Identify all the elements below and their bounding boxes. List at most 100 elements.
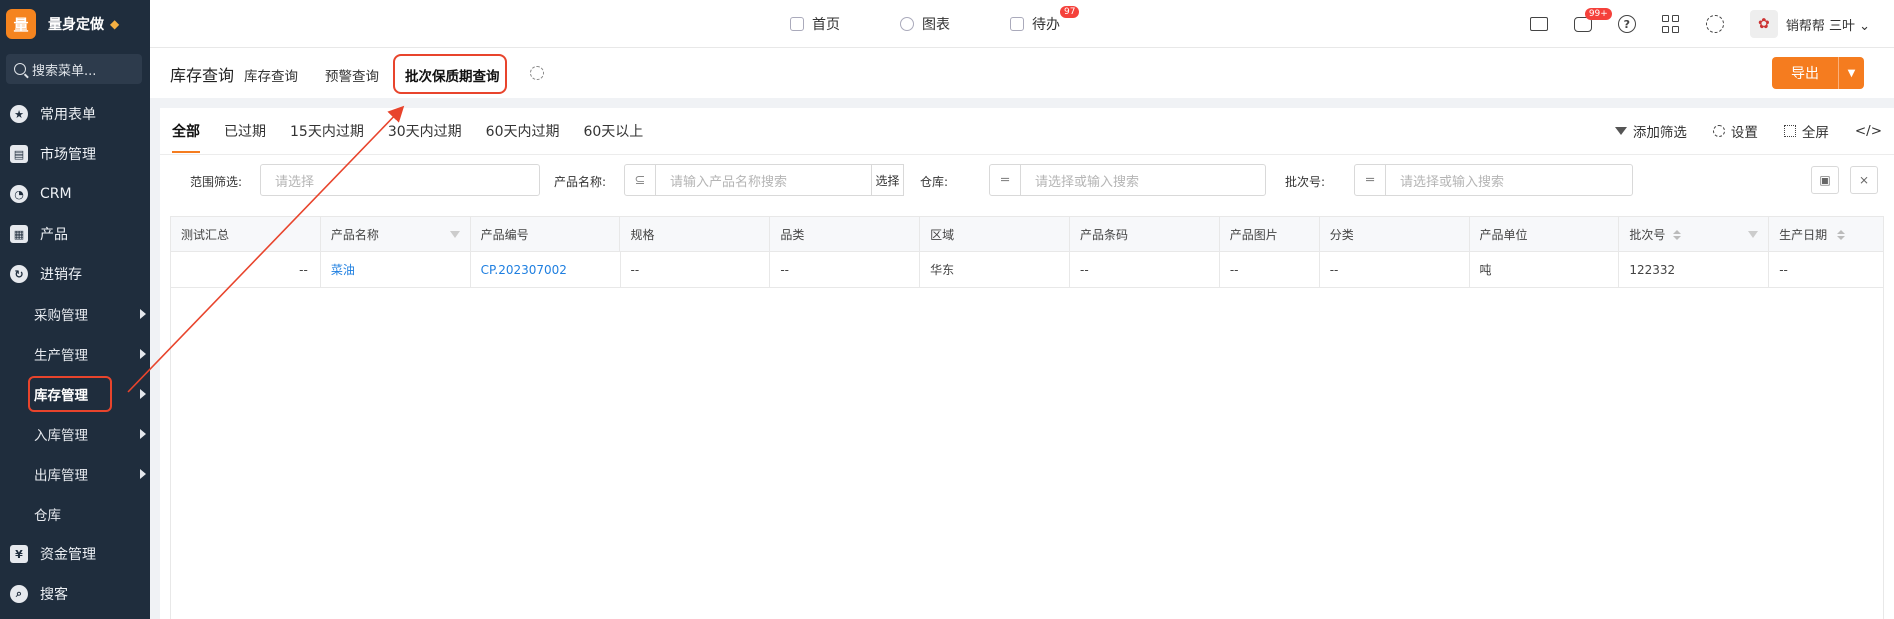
export-button[interactable]: 导出 ▼ [1772,57,1864,89]
nav-item-funds[interactable]: ¥ 资金管理 [0,534,150,574]
sub-item-label: 生产管理 [34,348,88,364]
chevron-down-icon[interactable]: ▼ [1838,57,1864,89]
filter-tab-over-60days[interactable]: 60天以上 [583,121,643,141]
column-header[interactable]: 产品名称 [321,217,471,251]
code-button[interactable]: </> [1855,123,1882,139]
column-header[interactable]: 产品图片 [1220,217,1320,251]
range-filter-placeholder: 请选择 [275,174,315,190]
column-header[interactable]: 产品单位 [1470,217,1620,251]
filter-tab-15days[interactable]: 15天内过期 [290,121,364,141]
nav-item-product[interactable]: ▦ 产品 [0,214,150,254]
star-icon: ★ [10,105,28,123]
column-header-label: 生产日期 [1779,227,1828,242]
topnav-charts[interactable]: 图表 [900,14,950,34]
table-cell: -- [171,252,321,287]
column-header-label: 品类 [780,227,805,242]
avatar[interactable]: ✿ [1749,10,1778,38]
filter-tab-all[interactable]: 全部 [172,121,200,153]
product-select-button[interactable]: 选择 [872,164,904,196]
nav-item-market[interactable]: ▤ 市场管理 [0,134,150,174]
gear-icon[interactable] [1705,15,1724,33]
batch-select[interactable]: 请选择或输入搜索 [1385,164,1633,196]
caret-right-icon [140,469,146,479]
nav-item-label: 常用表单 [40,107,96,123]
column-header-label: 产品名称 [330,227,379,242]
topnav-todo[interactable]: 待办 97 [1010,6,1080,34]
column-header[interactable]: 品类 [770,217,921,251]
table-cell: -- [1220,252,1320,287]
help-icon[interactable]: ? [1617,15,1636,33]
nav-item-common-forms[interactable]: ★ 常用表单 [0,94,150,134]
column-header[interactable]: 区域 [920,217,1070,251]
column-header[interactable]: 规格 [620,217,771,251]
column-header[interactable]: 分类 [1320,217,1470,251]
topnav-todo-label: 待办 [1032,17,1060,33]
chat-icon[interactable]: 99+ [1573,7,1612,32]
column-header[interactable]: 生产日期 [1769,217,1883,251]
product-code-link[interactable]: CP.202307002 [471,252,621,287]
chat-badge: 99+ [1584,7,1612,20]
sidebar: 量 量身定做 ◆ 搜索菜单... ★ 常用表单 ▤ 市场管理 ◔ CRM ▦ 产… [0,0,150,619]
sub-item-stock[interactable]: 库存管理 [0,374,150,414]
fullscreen-label: 全屏 [1801,125,1829,141]
nav-item-inventory-sales[interactable]: ↻ 进销存 [0,254,150,294]
apps-icon[interactable] [1661,15,1680,33]
table-cell: 吨 [1470,252,1620,287]
username[interactable]: 销帮帮 三叶 ⌄ [1786,15,1870,34]
diamond-icon: ◆ [110,17,120,31]
sub-item-label: 入库管理 [34,428,88,444]
equals-icon[interactable]: ═ [989,164,1021,196]
filter-tab-30days[interactable]: 30天内过期 [388,121,462,141]
save-filter-icon[interactable]: ▣ [1811,166,1839,194]
tab-warning-query[interactable]: 预警查询 [325,65,379,85]
table-row[interactable]: -- 菜油 CP.202307002 -- -- 华东 -- -- -- 吨 1… [171,252,1883,288]
topnav-home[interactable]: 首页 [790,14,840,34]
nav-item-soke[interactable]: ⌕ 搜客 [0,574,150,614]
brand-name: 量身定做 [48,17,104,33]
search-icon: ⌕ [10,585,28,603]
tab-stock-query[interactable]: 库存查询 [244,65,298,85]
clear-filter-icon[interactable]: ⨯ [1850,166,1878,194]
table-cell: -- [1779,262,1788,277]
filter-tab-60days[interactable]: 60天内过期 [486,121,560,141]
menu-search-input[interactable]: 搜索菜单... [6,54,142,84]
column-header[interactable]: 产品条码 [1070,217,1220,251]
sort-icon[interactable] [1673,230,1682,240]
highlight-box [393,54,507,94]
brand[interactable]: 量 量身定做 ◆ [0,0,150,48]
caret-right-icon [140,309,146,319]
column-header[interactable]: 批次号 [1619,217,1770,251]
sub-item-outbound[interactable]: 出库管理 [0,454,150,494]
fullscreen-button[interactable]: 全屏 [1783,121,1829,141]
sub-item-production[interactable]: 生产管理 [0,334,150,374]
match-mode-icon[interactable]: ⊆ [624,164,656,196]
product-name-input[interactable]: 请输入产品名称搜索 [655,164,872,196]
product-name-link[interactable]: 菜油 [321,252,471,287]
nav-item-crm[interactable]: ◔ CRM [0,174,150,214]
column-header[interactable]: 测试汇总 [171,217,321,251]
table-cell: -- [1070,252,1220,287]
sub-item-inbound[interactable]: 入库管理 [0,414,150,454]
todo-badge: 97 [1060,6,1080,18]
settings-button[interactable]: 设置 [1712,121,1758,141]
sort-icon[interactable] [1837,230,1846,240]
filter-icon[interactable] [1748,231,1759,238]
table-cell: 华东 [920,252,1070,287]
warehouse-label: 仓库: [920,175,949,189]
warehouse-select[interactable]: 请选择或输入搜索 [1020,164,1266,196]
sub-item-label: 采购管理 [34,308,88,324]
sub-item-warehouse[interactable]: 仓库 [0,494,150,534]
gear-icon[interactable] [530,66,544,80]
sub-item-purchase[interactable]: 采购管理 [0,294,150,334]
equals-icon[interactable]: ═ [1354,164,1386,196]
mail-icon[interactable] [1529,17,1548,31]
caret-right-icon [140,349,146,359]
add-filter-button[interactable]: 添加筛选 [1614,121,1687,141]
table-header: 测试汇总 产品名称 产品编号 规格 品类 区域 产品条码 产品图片 分类 产品单… [171,216,1883,252]
column-header[interactable]: 产品编号 [471,217,621,251]
card-actions: 添加筛选 设置 全屏 </> [1614,108,1882,154]
filter-row: 范围筛选: 请选择 产品名称: ⊆ 请输入产品名称搜索 选择 仓库: ═ 请选择… [160,164,1894,198]
filter-icon[interactable] [449,231,460,238]
range-filter-select[interactable]: 请选择 [260,164,540,196]
filter-tab-expired[interactable]: 已过期 [224,121,266,141]
